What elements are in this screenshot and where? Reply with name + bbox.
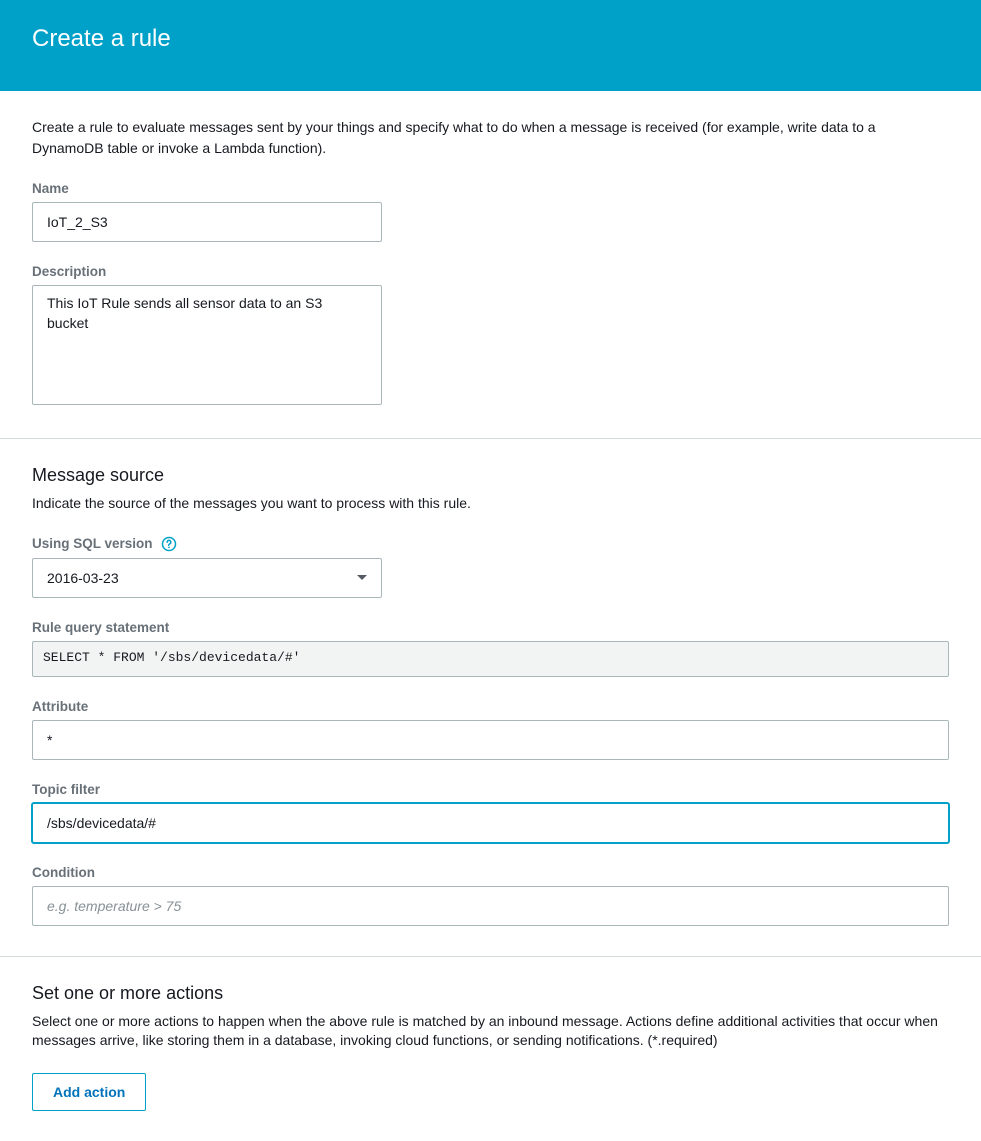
condition-input[interactable] <box>32 886 949 926</box>
actions-heading: Set one or more actions <box>32 983 949 1004</box>
description-textarea[interactable] <box>32 285 382 405</box>
message-source-sub: Indicate the source of the messages you … <box>32 494 949 514</box>
name-label: Name <box>32 181 949 196</box>
description-label: Description <box>32 264 949 279</box>
name-field-block: Name <box>32 181 949 242</box>
sql-version-label-text: Using SQL version <box>32 536 153 551</box>
add-action-button[interactable]: Add action <box>32 1073 146 1111</box>
page-title: Create a rule <box>32 25 949 53</box>
sql-version-block: Using SQL version 2016-03-23 <box>32 536 949 598</box>
help-icon[interactable] <box>161 536 177 552</box>
condition-block: Condition <box>32 865 949 926</box>
attribute-input[interactable] <box>32 720 949 760</box>
topic-filter-input[interactable] <box>32 803 949 843</box>
message-source-panel: Message source Indicate the source of th… <box>0 439 981 956</box>
attribute-block: Attribute <box>32 699 949 760</box>
sql-version-label: Using SQL version <box>32 536 949 552</box>
actions-sub: Select one or more actions to happen whe… <box>32 1012 949 1051</box>
actions-panel: Set one or more actions Select one or mo… <box>0 957 981 1141</box>
description-field-block: Description <box>32 264 949 408</box>
query-statement-box: SELECT * FROM '/sbs/devicedata/#' <box>32 641 949 677</box>
query-label: Rule query statement <box>32 620 949 635</box>
topic-block: Topic filter <box>32 782 949 843</box>
page-header: Create a rule <box>0 0 981 91</box>
attribute-label: Attribute <box>32 699 949 714</box>
intro-panel: Create a rule to evaluate messages sent … <box>0 91 981 438</box>
condition-label: Condition <box>32 865 949 880</box>
message-source-heading: Message source <box>32 465 949 486</box>
sql-version-select[interactable]: 2016-03-23 <box>32 558 382 598</box>
query-block: Rule query statement SELECT * FROM '/sbs… <box>32 620 949 677</box>
sql-version-value: 2016-03-23 <box>47 570 119 586</box>
intro-text: Create a rule to evaluate messages sent … <box>32 117 949 159</box>
chevron-down-icon <box>357 575 367 580</box>
topic-label: Topic filter <box>32 782 949 797</box>
name-input[interactable] <box>32 202 382 242</box>
